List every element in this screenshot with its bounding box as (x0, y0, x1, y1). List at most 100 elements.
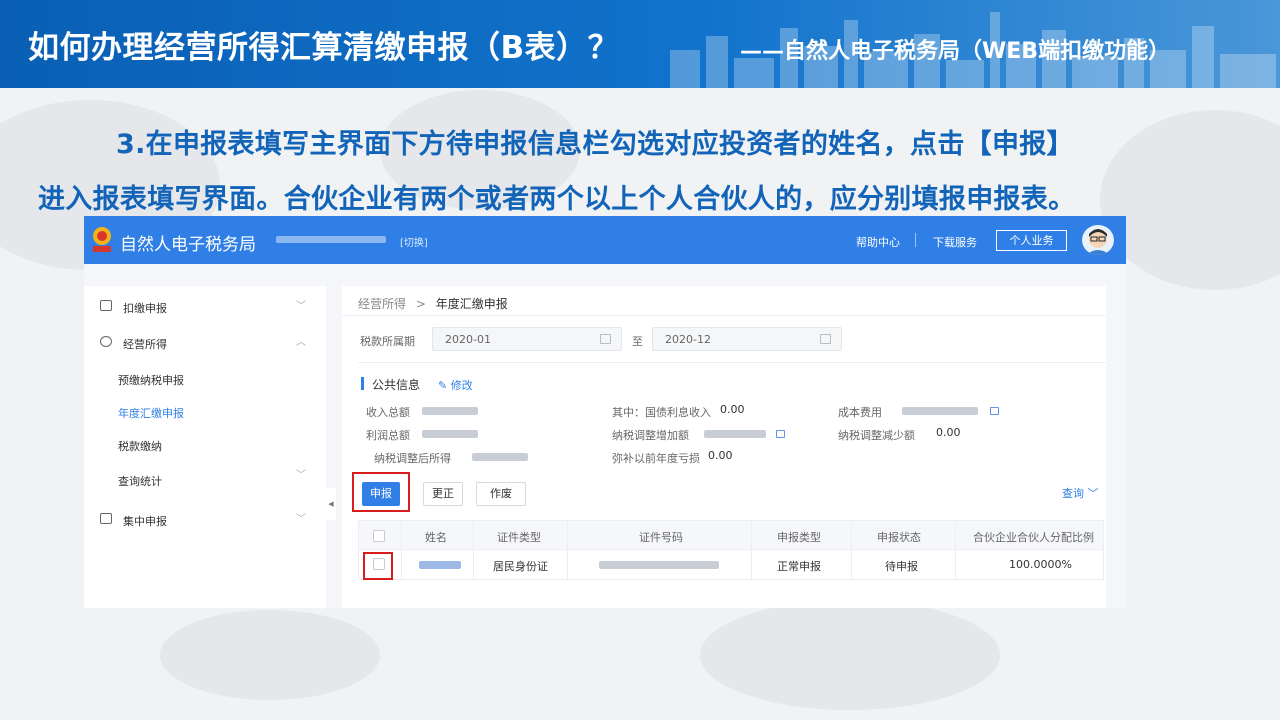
column-separator (955, 521, 956, 551)
column-separator (751, 550, 752, 580)
sidebar-collapse-handle[interactable]: ◀ (326, 488, 336, 520)
period-end-field[interactable]: 2020-12 (652, 327, 842, 351)
sidebar-subitem-payment[interactable]: 税款缴纳 (118, 438, 162, 454)
cell-id-type: 居民身份证 (493, 560, 548, 573)
money-icon (100, 336, 112, 347)
download-service-link[interactable]: 下载服务 (933, 234, 977, 250)
cell-ratio: 100.0000% (1009, 558, 1072, 571)
column-separator (567, 521, 568, 551)
avatar-face-icon (1086, 229, 1110, 255)
adjust-decrease-value: 0.00 (936, 426, 961, 439)
column-header-id-type: 证件类型 (497, 531, 541, 544)
calendar-icon (820, 334, 831, 344)
column-separator (851, 550, 852, 580)
tax-emblem-icon (93, 227, 111, 252)
correct-button[interactable]: 更正 (423, 482, 463, 506)
select-all-checkbox[interactable] (373, 530, 385, 542)
sidebar-chevron-holder: ﹀ (84, 466, 326, 481)
table-header: 姓名 证件类型 证件号码 申报类型 申报状态 合伙企业合伙人分配比例 (358, 520, 1104, 551)
column-separator (473, 521, 474, 551)
adjusted-income-label: 纳税调整后所得 (374, 452, 451, 465)
detail-icon[interactable] (990, 407, 999, 415)
column-separator (851, 521, 852, 551)
chevron-down-icon: ﹀ (296, 470, 306, 481)
table-row[interactable]: 居民身份证 正常申报 待申报 100.0000% (358, 550, 1104, 580)
personal-business-button[interactable]: 个人业务 (996, 230, 1067, 251)
column-header-status: 申报状态 (877, 531, 921, 544)
chevron-up-icon: ︿ (296, 337, 306, 348)
public-info-title: 公共信息 (372, 378, 421, 392)
sidebar-item-business-income[interactable]: 经营所得 ︿ (84, 328, 326, 358)
column-separator (567, 550, 568, 580)
adjust-increase-label: 纳税调整增加额 (612, 429, 689, 442)
app-header: 自然人电子税务局 [切换] 帮助中心 下载服务 个人业务 (84, 216, 1126, 264)
edit-label: 修改 (450, 379, 473, 392)
column-header-name: 姓名 (425, 531, 447, 544)
divider (358, 362, 1106, 363)
column-separator (401, 550, 402, 580)
period-to-label: 至 (632, 335, 643, 348)
main-panel: 经营所得 > 年度汇缴申报 税款所属期 2020-01 至 2020-12 公共… (342, 286, 1106, 608)
cell-status: 待申报 (885, 560, 918, 573)
prior-loss-label: 弥补以前年度亏损 (612, 452, 700, 465)
instruction-line-1: 3.在申报表填写主界面下方待申报信息栏勾选对应投资者的姓名，点击【申报】 (116, 129, 1074, 160)
sidebar-item-label: 扣缴申报 (123, 302, 167, 315)
chevron-down-icon: ﹀ (296, 514, 306, 525)
highlight-row-checkbox (363, 552, 393, 580)
void-button[interactable]: 作废 (476, 482, 526, 506)
app-name: 自然人电子税务局 (120, 235, 256, 255)
slide-title-bar: 如何办理经营所得汇算清缴申报（B表）？ ——自然人电子税务局（WEB端扣缴功能） (0, 0, 1280, 88)
redacted-id-number (599, 561, 719, 569)
column-header-id-number: 证件号码 (639, 531, 683, 544)
column-separator (473, 550, 474, 580)
sidebar-item-withholding[interactable]: 扣缴申报 ﹀ (84, 292, 326, 322)
query-toggle[interactable]: 查询 ﹀ (1062, 485, 1099, 501)
redacted-value (902, 407, 978, 415)
instruction-line-2: 进入报表填写界面。合伙企业有两个或者两个以上个人合伙人的，应分别填报申报表。 (38, 184, 1076, 215)
column-separator (955, 550, 956, 580)
column-separator (751, 521, 752, 551)
pending-declaration-table: 姓名 证件类型 证件号码 申报类型 申报状态 合伙企业合伙人分配比例 居民身份证 (358, 520, 1104, 608)
period-start-field[interactable]: 2020-01 (432, 327, 622, 351)
switch-link[interactable]: [切换] (400, 234, 428, 249)
sidebar-item-label: 经营所得 (123, 338, 167, 351)
column-header-ratio: 合伙企业合伙人分配比例 (973, 531, 1094, 544)
detail-icon[interactable] (776, 430, 785, 438)
period-label: 税款所属期 (360, 335, 415, 348)
help-center-link[interactable]: 帮助中心 (856, 234, 900, 250)
cost-label: 成本费用 (838, 406, 882, 419)
chevron-down-icon: ﹀ (296, 301, 306, 312)
slide-subtitle: ——自然人电子税务局（WEB端扣缴功能） (740, 39, 1171, 64)
column-header-declare-type: 申报类型 (777, 531, 821, 544)
cell-declare-type: 正常申报 (777, 560, 821, 573)
user-avatar[interactable] (1082, 225, 1114, 255)
redacted-value (472, 453, 528, 461)
sidebar-subitem-annual[interactable]: 年度汇缴申报 (118, 405, 184, 421)
adjust-decrease-label: 纳税调整减少额 (838, 429, 915, 442)
treasury-interest-value: 0.00 (720, 403, 745, 416)
sidebar-subitem-prepayment[interactable]: 预缴纳税申报 (118, 372, 184, 388)
treasury-interest-label: 其中：国债利息收入 (612, 406, 711, 419)
breadcrumb-parent[interactable]: 经营所得 (358, 297, 406, 311)
background-map-shape (700, 600, 1000, 710)
slide-title: 如何办理经营所得汇算清缴申报（B表）？ (28, 30, 620, 66)
breadcrumb-separator: > (415, 297, 426, 311)
redacted-value (422, 430, 478, 438)
pencil-icon: ✎ (438, 379, 448, 392)
breadcrumb: 经营所得 > 年度汇缴申报 (358, 295, 508, 312)
breadcrumb-current: 年度汇缴申报 (435, 297, 508, 311)
header-divider (915, 233, 916, 247)
tax-app-screenshot: 自然人电子税务局 [切换] 帮助中心 下载服务 个人业务 扣缴申报 ﹀ 经营所得… (84, 216, 1126, 608)
redacted-org-name (276, 236, 386, 243)
profit-total-label: 利润总额 (366, 429, 410, 442)
background-map-shape (1100, 110, 1280, 290)
calendar-icon (600, 334, 611, 344)
income-total-label: 收入总额 (366, 406, 410, 419)
monitor-icon (100, 513, 112, 524)
sidebar-item-centralized[interactable]: 集中申报 ﹀ (84, 505, 326, 535)
redacted-name (419, 561, 461, 569)
edit-link[interactable]: ✎ 修改 (438, 377, 473, 393)
sidebar-item-label: 集中申报 (123, 515, 167, 528)
redacted-value (422, 407, 478, 415)
report-icon (100, 300, 112, 311)
